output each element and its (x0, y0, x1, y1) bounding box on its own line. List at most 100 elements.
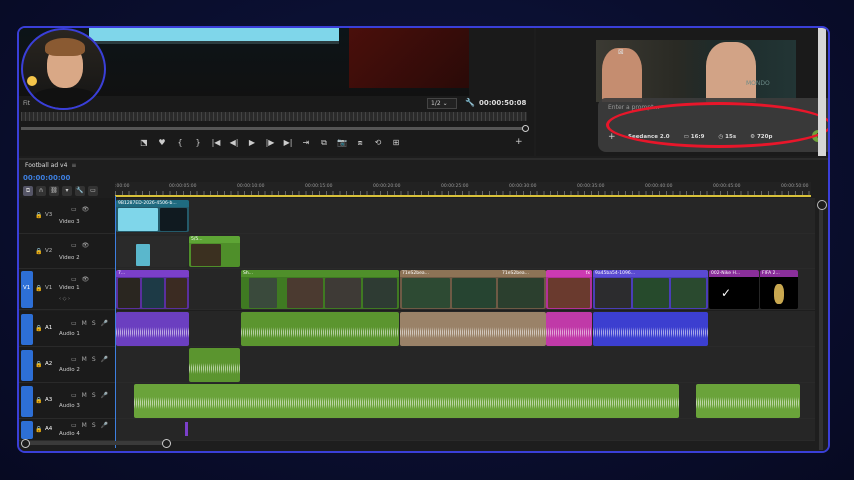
clip-v1-g[interactable]: 002-Nike H... ✓ (709, 270, 759, 309)
clip-v3[interactable]: 9B1287ED-2026-4506-b... (116, 200, 189, 232)
export-frame-icon[interactable]: 📷 (337, 138, 347, 148)
clip-v2-b[interactable]: 5/5... (189, 236, 240, 267)
lock-icon[interactable]: 🔒 (35, 397, 42, 404)
snap-icon[interactable]: ∩ (36, 186, 46, 196)
program-video-frame: MONDO (596, 40, 796, 102)
safe-margins-icon[interactable]: ⊞ (391, 138, 401, 148)
waveform (116, 319, 189, 346)
keyframe-nav-icon[interactable]: ‹ ◇ › (59, 296, 70, 302)
lock-icon[interactable]: 🔒 (35, 212, 42, 219)
lane-a4[interactable] (115, 419, 815, 441)
clip-label: 9a45ba54-1096... (593, 270, 708, 277)
track-header-v1: V1 🔒 V1 ▭👁 Video 1 ‹ ◇ › (19, 269, 115, 310)
captions-icon[interactable]: ▭ (88, 186, 98, 196)
source-patch-a2[interactable] (21, 350, 33, 381)
lock-icon[interactable]: 🔒 (35, 426, 42, 433)
go-to-out-icon[interactable]: ▶| (283, 138, 293, 148)
trophy-icon (774, 284, 784, 304)
audio-clip-a1-b[interactable] (241, 312, 399, 346)
ruler-label: 00:00:10:00 (237, 184, 265, 189)
audio-clip-a1-c[interactable] (400, 312, 546, 346)
clip-v1-b[interactable]: Sh... (241, 270, 399, 309)
insert-icon[interactable]: ⬔ (139, 138, 149, 148)
nest-icon[interactable]: ⧉ (23, 186, 33, 196)
lock-icon[interactable]: 🔒 (35, 325, 42, 332)
toggle-panel-icon[interactable]: ⊠ (618, 48, 624, 56)
timeline-settings-icon[interactable]: 🔧 (75, 186, 85, 196)
resolution-select[interactable]: 1/2 ⌄ (427, 98, 457, 109)
linked-select-icon[interactable]: ⛓ (49, 186, 59, 196)
comparison-icon[interactable]: ⧈ (355, 138, 365, 148)
track-toggles-icon[interactable]: ▭👁 (71, 276, 94, 283)
mark-in-icon[interactable]: { (175, 138, 185, 148)
source-scrub-line[interactable] (21, 127, 525, 130)
ruler-label: 00:00:05:00 (169, 184, 197, 189)
editor-window: Fit 1/2 ⌄ 🔧 00:00:50:08 ⬔ ♥ { } |◀ ◀| ▶ … (17, 26, 830, 453)
person-right-shape (706, 42, 756, 102)
track-toggles-icon[interactable]: ▭👁 (71, 206, 94, 213)
settings-wrench-icon[interactable]: 🔧 (465, 98, 475, 107)
loop-icon[interactable]: ⟲ (373, 138, 383, 148)
clip-v1-h[interactable]: FIFA 2... (760, 270, 798, 309)
track-toggles-icon[interactable]: ▭MS🎤 (71, 422, 113, 429)
timeline-timecode[interactable]: 00:00:00:00 (23, 174, 70, 182)
lane-v3[interactable] (115, 198, 815, 234)
play-icon[interactable]: ▶ (247, 138, 257, 148)
clip-v1-e[interactable]: fx (546, 270, 592, 309)
track-toggles-icon[interactable]: ▭MS🎤 (71, 356, 113, 363)
clip-v1-f[interactable]: 9a45ba54-1096... (593, 270, 708, 309)
step-back-icon[interactable]: ◀| (229, 138, 239, 148)
clip-thumbnail (363, 278, 397, 308)
program-scrollbar[interactable] (818, 28, 826, 156)
audio-clip-a2[interactable] (189, 348, 240, 382)
lock-icon[interactable]: 🔒 (35, 361, 42, 368)
timeline-horizontal-scrollbar[interactable] (21, 439, 171, 448)
step-forward-icon[interactable]: |▶ (265, 138, 275, 148)
source-monitor: Fit 1/2 ⌄ 🔧 00:00:50:08 ⬔ ♥ { } |◀ ◀| ▶ … (19, 28, 534, 156)
audio-a4-marker[interactable] (185, 422, 188, 436)
track-id: V1 (45, 285, 53, 291)
waveform (546, 319, 592, 346)
mark-out-icon[interactable]: } (193, 138, 203, 148)
lock-icon[interactable]: 🔒 (35, 248, 42, 255)
clip-thumbnail (633, 278, 669, 308)
clip-v1-a[interactable]: 7... (116, 270, 189, 309)
person-left-shape (602, 48, 642, 102)
go-to-in-icon[interactable]: |◀ (211, 138, 221, 148)
menu-icon[interactable]: ≡ (71, 162, 76, 169)
clip-thumbnail (160, 208, 187, 231)
source-scrub-handle[interactable] (522, 125, 529, 132)
clip-thumbnail (671, 278, 706, 308)
track-toggles-icon[interactable]: ▭MS🎤 (71, 392, 113, 399)
clip-v2-a[interactable] (116, 236, 188, 267)
source-patch-a4[interactable] (21, 421, 33, 439)
add-marker-icon[interactable]: ▾ (62, 186, 72, 196)
marker-icon[interactable]: ♥ (157, 138, 167, 148)
clip-v1-c[interactable]: 71eS2bea... 71eS2bea... (400, 270, 546, 309)
time-ruler[interactable]: :00:00 00:00:05:00 00:00:10:00 00:00:15:… (115, 182, 811, 197)
extract-icon[interactable]: ⧉ (319, 138, 329, 148)
sequence-tab[interactable]: Football ad v4 ≡ (25, 162, 76, 169)
zoom-fit-label[interactable]: Fit (23, 100, 30, 107)
track-toggles-icon[interactable]: ▭👁 (71, 242, 94, 249)
work-area-bar[interactable] (115, 195, 811, 197)
source-patch-a1[interactable] (21, 314, 33, 345)
timeline-vertical-scrollbar[interactable] (817, 200, 827, 450)
audio-clip-a1-d[interactable] (546, 312, 592, 346)
waveform (241, 319, 399, 346)
playhead[interactable] (115, 196, 116, 448)
audio-clip-a3-b[interactable] (696, 384, 800, 418)
audio-clip-a1-e[interactable] (593, 312, 708, 346)
program-monitor: MONDO ⊠ Enter a prompt… + Seedance 2.0 ▭… (536, 28, 828, 156)
add-button-icon[interactable]: + (515, 137, 523, 147)
source-timecode: 00:00:50:08 (479, 99, 527, 107)
source-scrub-bar[interactable] (21, 112, 527, 121)
audio-clip-a1-a[interactable] (116, 312, 189, 346)
track-toggles-icon[interactable]: ▭MS🎤 (71, 320, 113, 327)
lock-icon[interactable]: 🔒 (35, 285, 42, 292)
clip-thumbnail (402, 278, 450, 308)
audio-clip-a3-a[interactable] (134, 384, 679, 418)
source-patch-a3[interactable] (21, 386, 33, 417)
track-id: V2 (45, 248, 53, 254)
lift-icon[interactable]: ⇥ (301, 138, 311, 148)
